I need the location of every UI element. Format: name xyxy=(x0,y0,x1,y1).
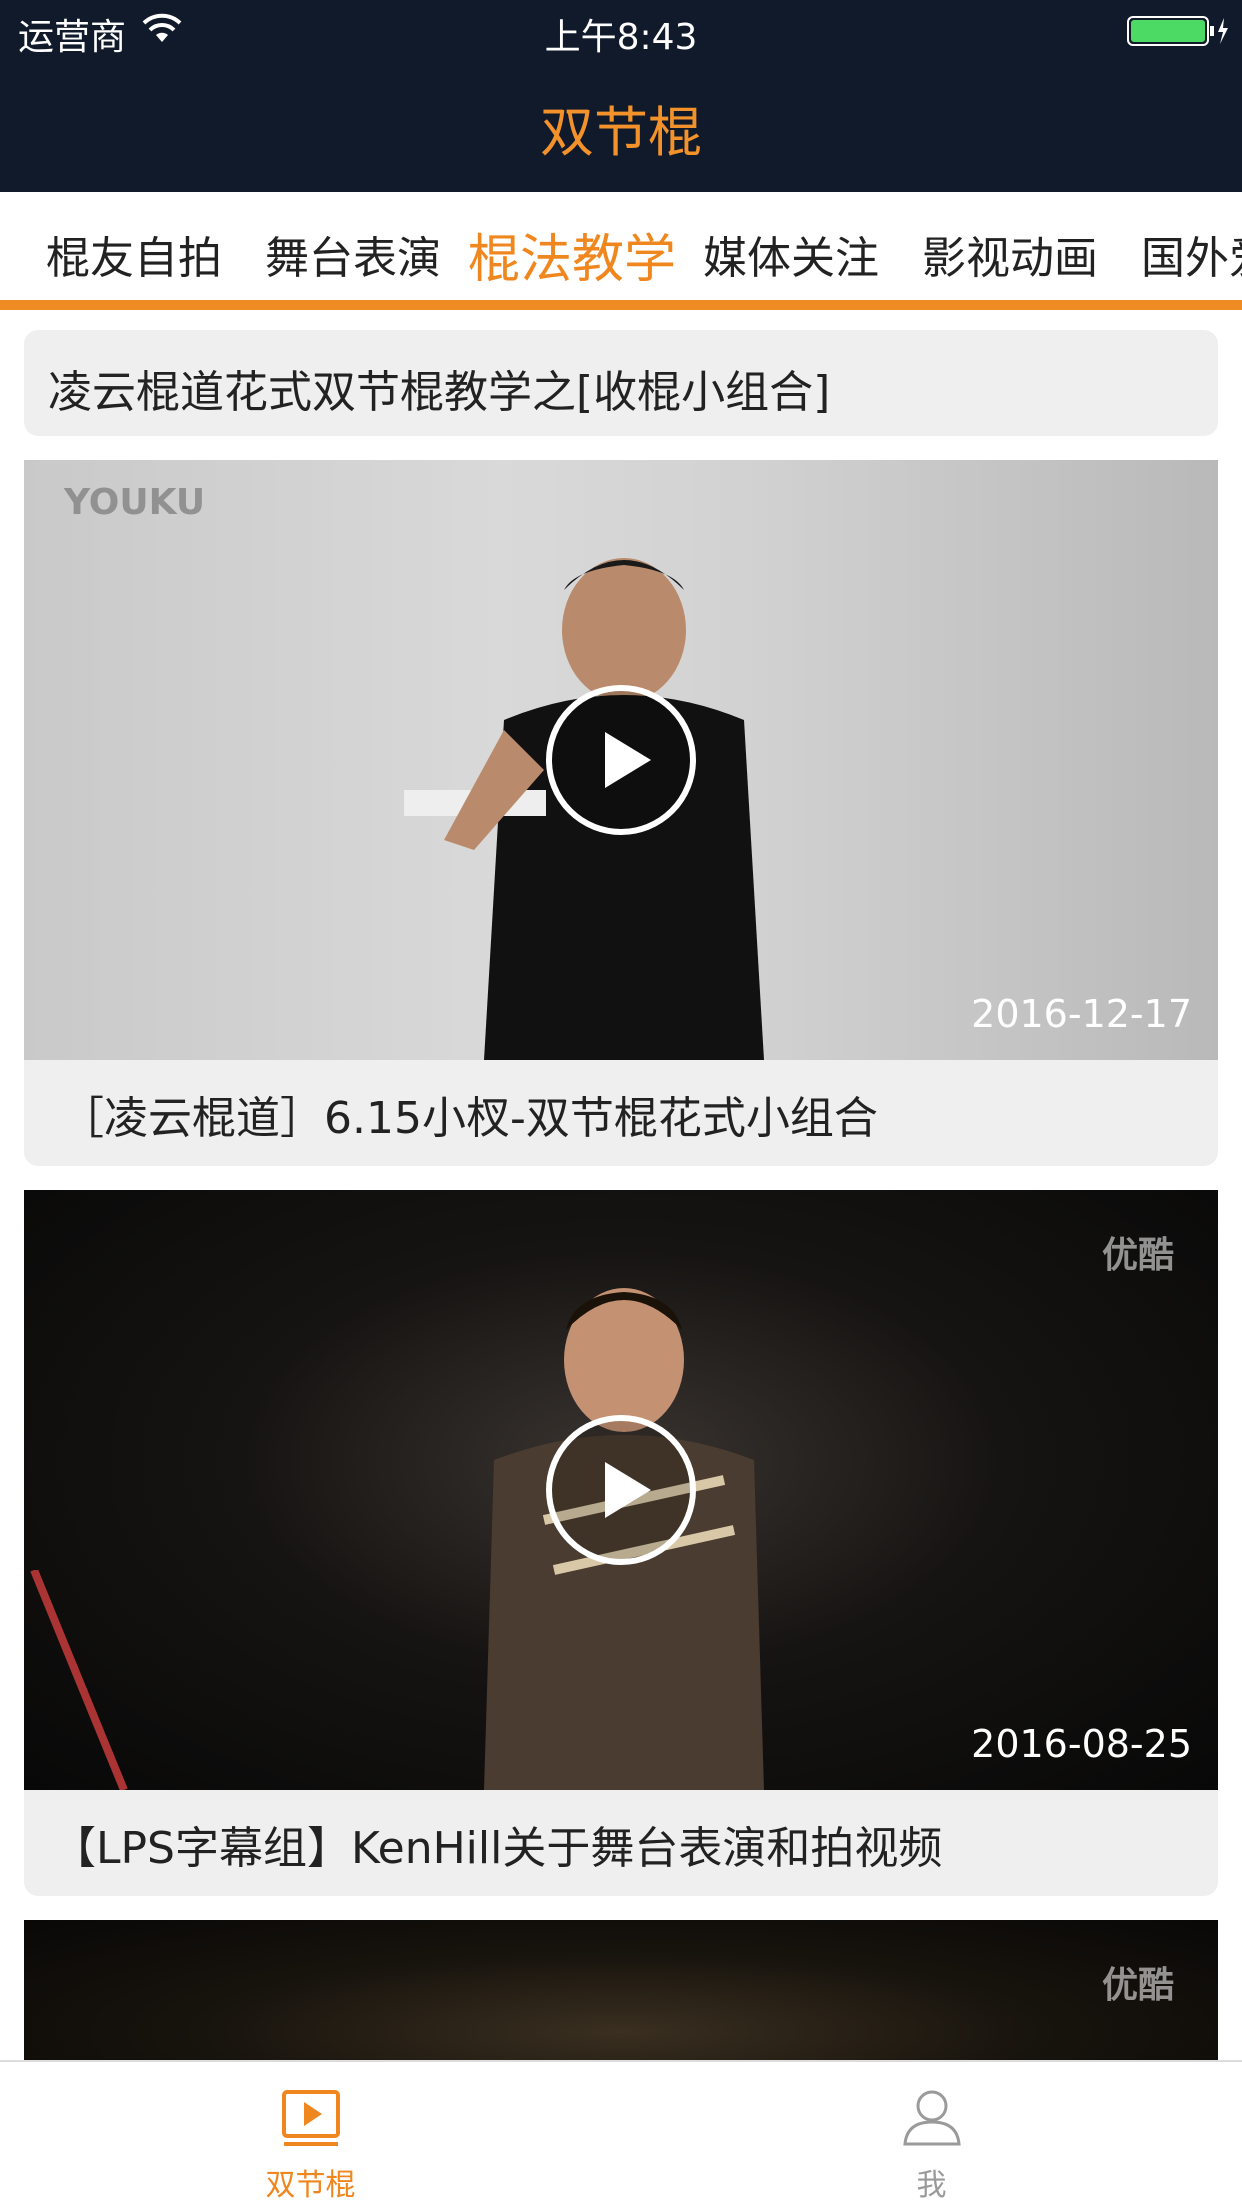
video-date: 2016-12-17 xyxy=(971,992,1192,1036)
video-title: 【LPS字幕组】KenHill关于舞台表演和拍视频 xyxy=(52,1823,943,1874)
video-thumbnail[interactable]: 优酷 xyxy=(24,1920,1218,2060)
feed-header-card[interactable]: 凌云棍道花式双节棍教学之[收棍小组合] xyxy=(24,330,1218,436)
page-title: 双节棍 xyxy=(540,101,702,164)
play-button-icon[interactable] xyxy=(545,1414,697,1566)
video-watermark: 优酷 xyxy=(1101,1235,1174,1276)
bottom-tab-nunchaku[interactable]: 双节棍 xyxy=(0,2062,621,2208)
play-icon xyxy=(282,2090,340,2146)
play-button-icon[interactable] xyxy=(545,684,697,836)
status-time: 上午8:43 xyxy=(544,17,698,58)
tab-selfie[interactable]: 棍友自拍 xyxy=(46,222,222,286)
tab-stage[interactable]: 舞台表演 xyxy=(265,222,441,286)
app-header: 运营商 上午8:43 双节棍 xyxy=(0,0,1242,192)
tab-tutorial[interactable]: 棍法教学 xyxy=(468,217,676,292)
bottom-tab-label: 我 xyxy=(916,2168,947,2203)
tab-film[interactable]: 影视动画 xyxy=(922,222,1098,286)
tab-overseas[interactable]: 国外爱好者 xyxy=(1141,222,1242,286)
video-thumbnail[interactable]: YOUKU 2016-12-17 xyxy=(24,460,1218,1060)
bottom-tab-bar: 双节棍 我 xyxy=(0,2060,1242,2208)
status-bar: 运营商 上午8:43 xyxy=(0,0,1242,60)
nunchaku-prop xyxy=(30,1570,128,1790)
person-icon xyxy=(903,2090,961,2146)
tab-underline xyxy=(0,300,1242,310)
video-date: 2016-08-25 xyxy=(971,1722,1192,1766)
video-watermark: 优酷 xyxy=(1101,1965,1174,2006)
bottom-tab-me[interactable]: 我 xyxy=(621,2062,1242,2208)
tab-media[interactable]: 媒体关注 xyxy=(703,222,879,286)
video-thumbnail[interactable]: 优酷 2016-08-25 xyxy=(24,1190,1218,1790)
video-title: ［凌云棍道］6.15小杈-双节棍花式小组合 xyxy=(60,1093,878,1144)
video-watermark: YOUKU xyxy=(64,482,206,523)
bottom-tab-label: 双节棍 xyxy=(265,2168,356,2203)
battery-icon xyxy=(1127,16,1228,46)
feed-header-title: 凌云棍道花式双节棍教学之[收棍小组合] xyxy=(48,367,831,418)
category-tab-bar: 棍友自拍 舞台表演 棍法教学 媒体关注 影视动画 国外爱好者 xyxy=(0,192,1242,310)
